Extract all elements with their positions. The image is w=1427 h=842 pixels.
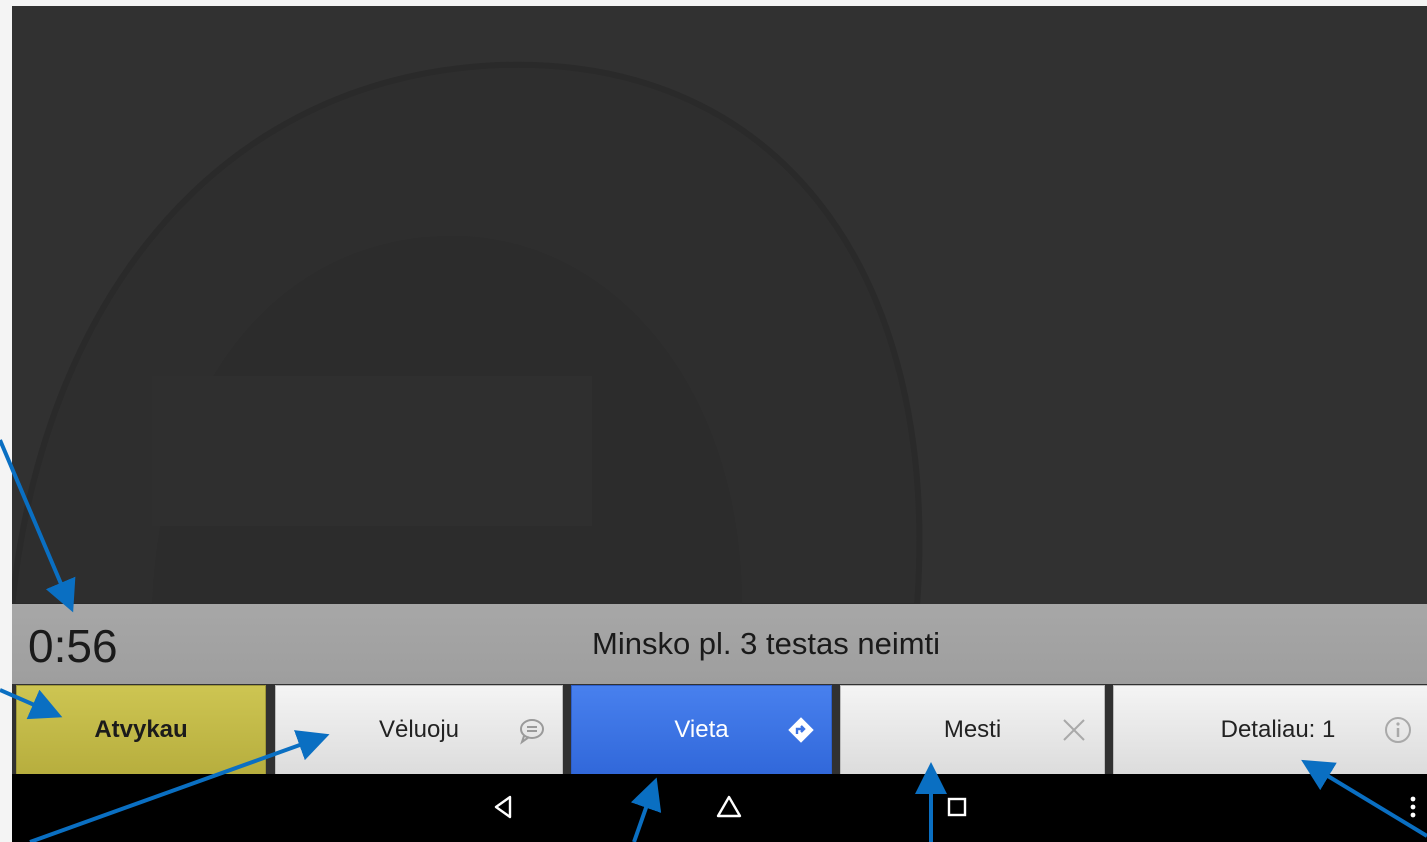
directions-icon — [788, 717, 814, 743]
details-button[interactable]: Detaliau: 1 — [1113, 685, 1427, 775]
order-info-bar: 0:56 Minsko pl. 3 testas neimti — [12, 604, 1427, 684]
late-button-label: Vėluoju — [378, 716, 460, 743]
arrive-button-label: Atvykau — [94, 716, 188, 743]
drop-button-label: Mesti — [943, 716, 1002, 743]
recents-icon[interactable] — [940, 790, 974, 824]
details-button-label: Detaliau: 1 — [1220, 716, 1336, 743]
order-address: Minsko pl. 3 testas neimti — [592, 626, 941, 661]
android-nav-bar — [12, 774, 1427, 842]
menu-dots-icon[interactable] — [1396, 790, 1427, 824]
app-screen: 0:56 Minsko pl. 3 testas neimti Atvykau … — [12, 6, 1427, 842]
drop-order-button[interactable]: Mesti — [840, 685, 1105, 775]
countdown-timer: 0:56 — [28, 620, 118, 672]
place-button-label: Vieta — [674, 716, 729, 743]
place-button[interactable]: Vieta — [571, 685, 832, 775]
late-button[interactable]: Vėluoju — [275, 685, 563, 775]
arrive-button[interactable]: Atvykau — [16, 685, 266, 775]
logo-watermark — [12, 61, 923, 606]
home-icon[interactable] — [712, 790, 746, 824]
info-icon — [1385, 717, 1411, 743]
back-icon[interactable] — [486, 790, 520, 824]
chat-bubble-icon — [520, 719, 544, 745]
close-icon — [1063, 719, 1085, 741]
